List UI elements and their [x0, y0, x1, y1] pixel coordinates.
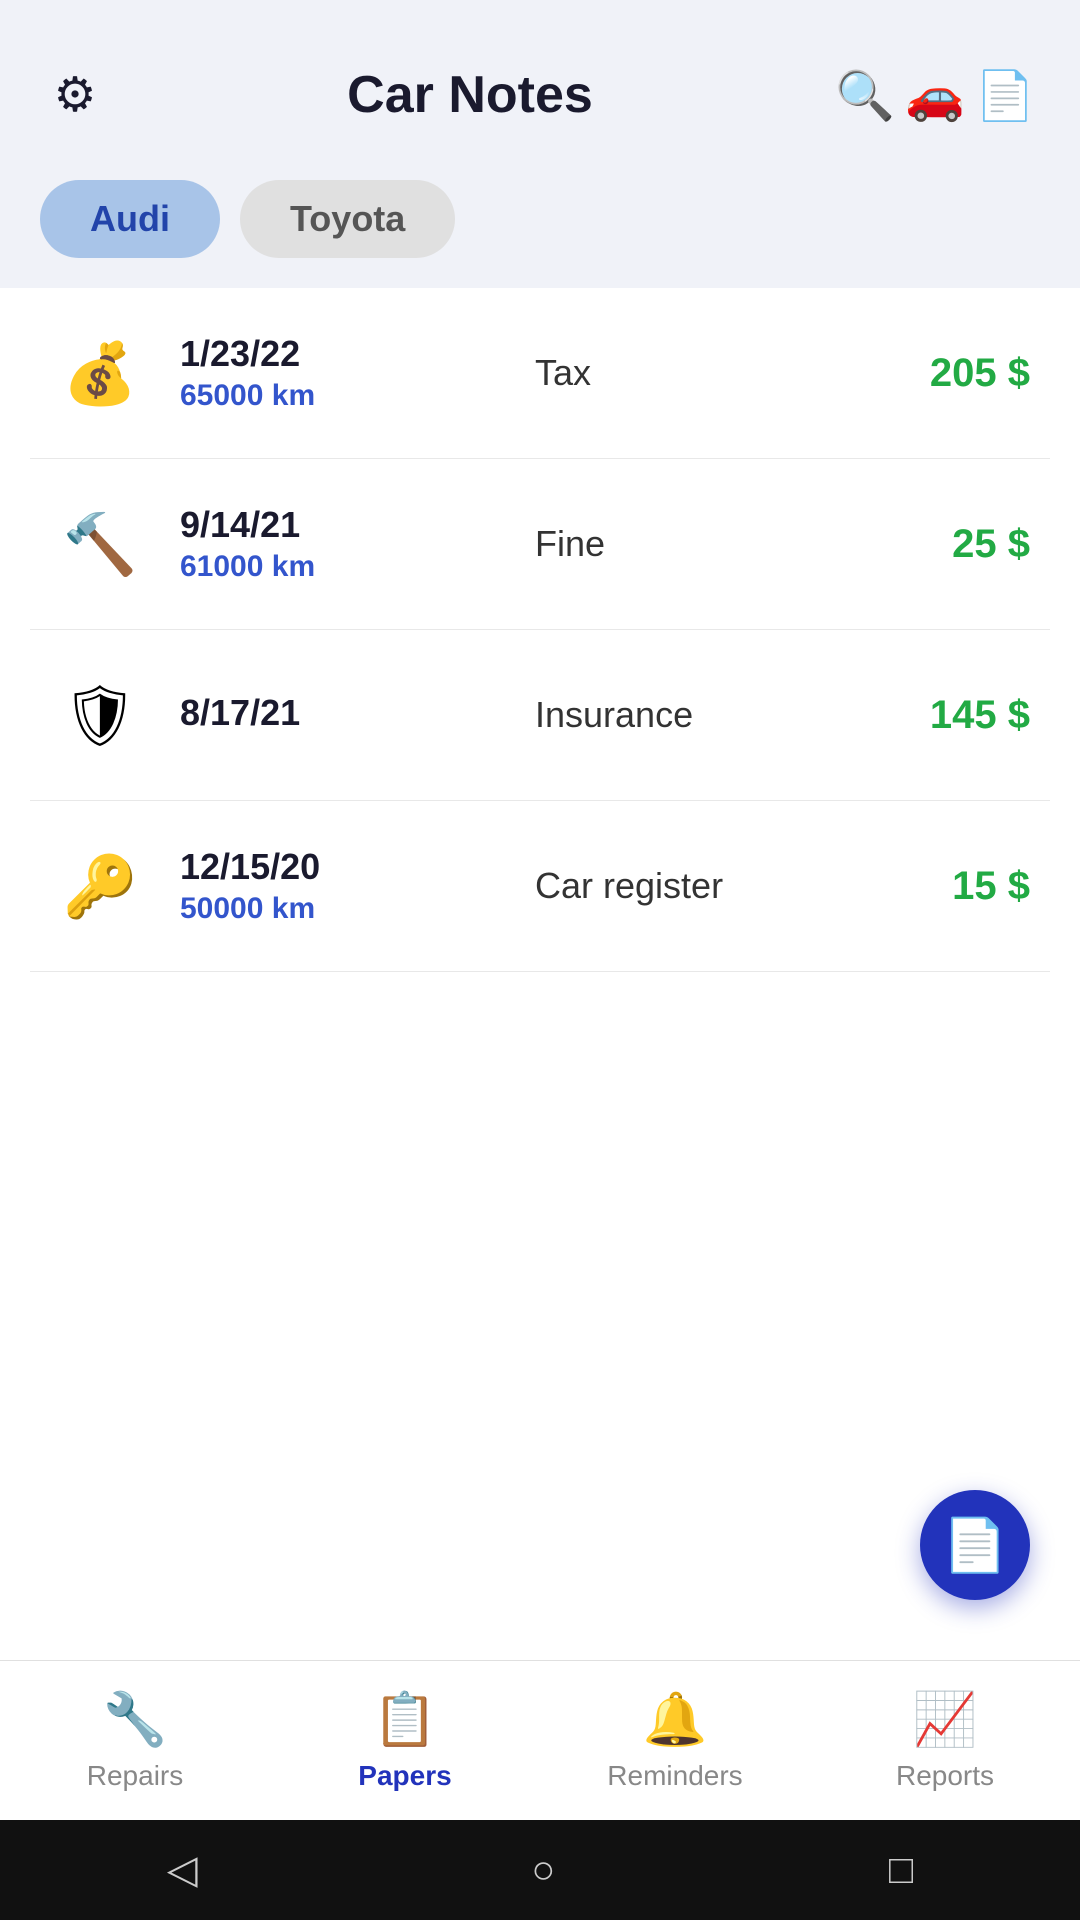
papers-icon: 📋: [373, 1689, 438, 1750]
header: ⚙ Car Notes 🔍 🚗 📄: [0, 0, 1080, 160]
tab-toyota[interactable]: Toyota: [240, 180, 455, 258]
car-tabs: Audi Toyota: [0, 160, 1080, 288]
reminders-icon: 🔔: [643, 1689, 708, 1750]
entry-km: 61000 km: [180, 550, 485, 584]
garage-icon[interactable]: 🚗: [900, 60, 970, 130]
entries-list: 💰 1/23/22 65000 km Tax 205 $ 🔨 9/14/21 6…: [0, 288, 1080, 1660]
entry-km: 50000 km: [180, 892, 485, 926]
add-paper-icon[interactable]: 📄: [970, 60, 1040, 130]
nav-item-repairs[interactable]: 🔧 Repairs: [0, 1661, 270, 1820]
recent-button[interactable]: □: [889, 1848, 913, 1893]
add-paper-fab[interactable]: 📄: [920, 1490, 1030, 1600]
entry-type: Car register: [515, 865, 840, 907]
entry-info-fine: 9/14/21 61000 km: [180, 504, 485, 584]
bottom-nav: 🔧 Repairs 📋 Papers 🔔 Reminders 📈 Reports: [0, 1660, 1080, 1820]
entry-row[interactable]: 🔨 9/14/21 61000 km Fine 25 $: [30, 459, 1050, 630]
entry-icon-tax: 💰: [50, 323, 150, 423]
papers-label: Papers: [358, 1760, 451, 1792]
entry-row[interactable]: 🔑 12/15/20 50000 km Car register 15 $: [30, 801, 1050, 972]
reminders-label: Reminders: [607, 1760, 742, 1792]
entry-icon-fine: 🔨: [50, 494, 150, 594]
reports-icon: 📈: [913, 1689, 978, 1750]
entry-amount: 145 $: [870, 693, 1030, 738]
entry-icon-insurance: 🛡: [50, 665, 150, 765]
nav-item-reports[interactable]: 📈 Reports: [810, 1661, 1080, 1820]
entry-row[interactable]: 💰 1/23/22 65000 km Tax 205 $: [30, 288, 1050, 459]
repairs-icon: 🔧: [103, 1689, 168, 1750]
content-spacer: [30, 972, 1050, 1152]
system-nav: ◁ ○ □: [0, 1820, 1080, 1920]
entry-info-car-register: 12/15/20 50000 km: [180, 846, 485, 926]
entry-row[interactable]: 🛡 8/17/21 Insurance 145 $: [30, 630, 1050, 801]
entry-type: Fine: [515, 523, 840, 565]
back-button[interactable]: ◁: [167, 1847, 198, 1893]
entry-date: 9/14/21: [180, 504, 485, 546]
entry-info-insurance: 8/17/21: [180, 692, 485, 738]
entry-date: 12/15/20: [180, 846, 485, 888]
entry-type: Tax: [515, 352, 840, 394]
app-title: Car Notes: [110, 65, 830, 125]
home-button[interactable]: ○: [531, 1848, 555, 1893]
entry-date: 1/23/22: [180, 333, 485, 375]
fab-icon: 📄: [943, 1515, 1008, 1576]
repairs-label: Repairs: [87, 1760, 183, 1792]
nav-item-reminders[interactable]: 🔔 Reminders: [540, 1661, 810, 1820]
search-icon[interactable]: 🔍: [830, 60, 900, 130]
entry-info-tax: 1/23/22 65000 km: [180, 333, 485, 413]
entry-type: Insurance: [515, 694, 840, 736]
nav-item-papers[interactable]: 📋 Papers: [270, 1661, 540, 1820]
reports-label: Reports: [896, 1760, 994, 1792]
entry-date: 8/17/21: [180, 692, 485, 734]
settings-icon[interactable]: ⚙: [40, 60, 110, 130]
entry-amount: 205 $: [870, 351, 1030, 396]
entry-amount: 25 $: [870, 522, 1030, 567]
entry-icon-car-register: 🔑: [50, 836, 150, 936]
entry-km: 65000 km: [180, 379, 485, 413]
tab-audi[interactable]: Audi: [40, 180, 220, 258]
entry-amount: 15 $: [870, 864, 1030, 909]
